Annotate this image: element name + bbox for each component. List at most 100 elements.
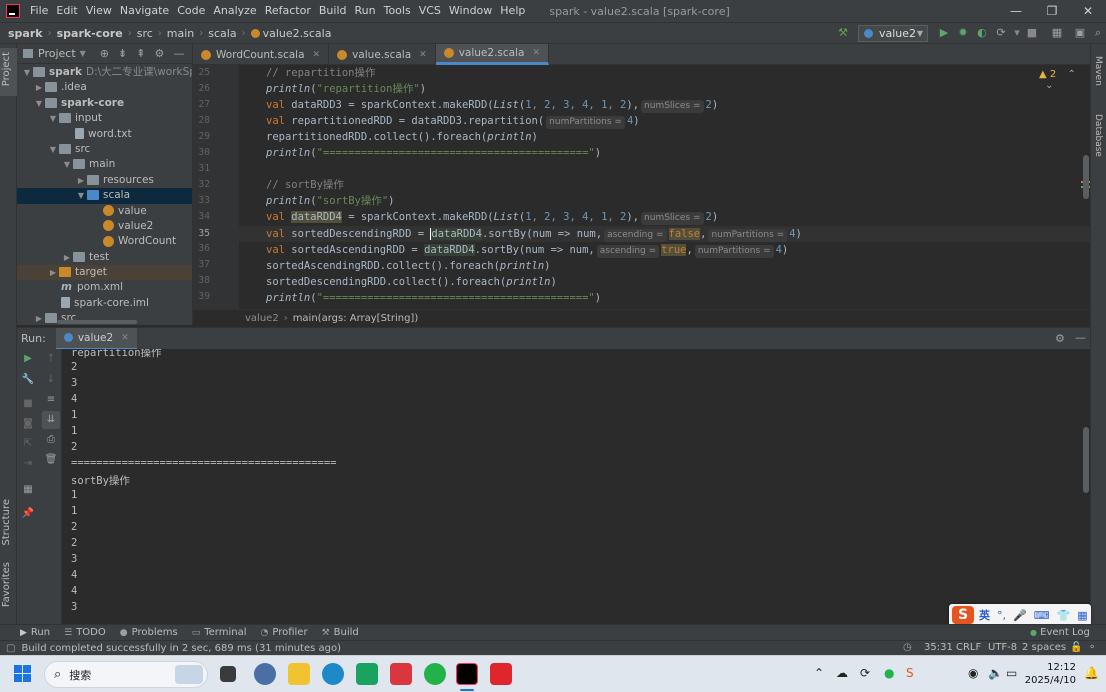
indent-setting[interactable]: 2 spaces: [1022, 641, 1066, 655]
tool-profiler[interactable]: ◔ Profiler: [260, 627, 307, 638]
edge-browser-icon[interactable]: [322, 663, 344, 685]
tree-horizontal-scrollbar[interactable]: [57, 320, 137, 324]
status-message[interactable]: Build completed successfully in 2 sec, 6…: [21, 643, 341, 654]
microphone-icon[interactable]: 🎤: [1013, 609, 1027, 622]
database-stripe-label[interactable]: Database: [1093, 114, 1103, 157]
stop-icon[interactable]: ■: [21, 397, 35, 411]
hammer-icon[interactable]: ⚒: [836, 26, 850, 40]
tree-item-value[interactable]: value: [17, 204, 192, 219]
restore-icon[interactable]: ❐: [1034, 0, 1070, 22]
menu-tools[interactable]: Tools: [380, 0, 415, 22]
sync-icon[interactable]: ⟳: [860, 666, 870, 680]
crumb-main[interactable]: main: [167, 27, 194, 40]
soft-wrap-icon[interactable]: ≡: [44, 393, 58, 407]
close-icon[interactable]: ✕: [1070, 0, 1106, 22]
run-icon[interactable]: ▶: [937, 26, 951, 40]
store-app-icon[interactable]: [356, 663, 378, 685]
search-everywhere-icon[interactable]: ⌕: [1091, 26, 1105, 40]
crumb-src[interactable]: src: [137, 27, 153, 40]
project-structure-icon[interactable]: ▦: [1050, 26, 1064, 40]
task-view-icon[interactable]: [220, 666, 236, 682]
menu-analyze[interactable]: Analyze: [209, 0, 260, 22]
ime-language[interactable]: 英: [979, 607, 990, 623]
skin-icon[interactable]: 👕: [1057, 609, 1071, 622]
close-icon[interactable]: ✕: [419, 50, 427, 60]
toolbox-icon[interactable]: ▦: [1077, 609, 1087, 622]
breadcrumb-object[interactable]: value2: [245, 313, 279, 324]
pin-icon[interactable]: 📌: [21, 507, 35, 521]
tree-item-test[interactable]: ▶ test: [17, 250, 192, 265]
scroll-to-end-icon[interactable]: ⇊: [42, 411, 60, 429]
tool-build[interactable]: ⚒ Build: [322, 627, 359, 638]
menu-window[interactable]: Window: [445, 0, 496, 22]
file-encoding[interactable]: UTF-8: [988, 641, 1017, 655]
lock-icon[interactable]: 🔓: [1070, 641, 1082, 655]
minimize-icon[interactable]: —: [998, 0, 1034, 22]
menu-code[interactable]: Code: [173, 0, 209, 22]
close-icon[interactable]: ✕: [121, 328, 129, 348]
crumb-file[interactable]: value2.scala: [263, 27, 332, 40]
tab-value[interactable]: value.scala ✕: [329, 44, 436, 65]
wps-app-icon[interactable]: [390, 663, 412, 685]
git-icon[interactable]: ⚬: [1088, 641, 1096, 655]
rerun-icon[interactable]: ▶: [21, 352, 35, 366]
menu-vcs[interactable]: VCS: [415, 0, 445, 22]
tree-item-resources[interactable]: ▶ resources: [17, 173, 192, 188]
arrow-up-icon[interactable]: ↑: [44, 352, 58, 366]
tree-item-idea[interactable]: ▶ .idea: [17, 80, 192, 95]
event-log-button[interactable]: ● Event Log: [1030, 625, 1090, 640]
debug-icon[interactable]: ✹: [956, 26, 970, 40]
tab-value2[interactable]: value2.scala ✕: [435, 44, 549, 65]
tree-item-target[interactable]: ▶ target: [17, 265, 192, 281]
project-view-select[interactable]: Project: [38, 47, 76, 60]
close-icon[interactable]: ✕: [532, 48, 540, 58]
menu-file[interactable]: File: [26, 0, 52, 22]
run-tab-value2[interactable]: value2 ✕: [55, 327, 137, 350]
tool-run[interactable]: ▶ Run: [20, 627, 50, 638]
tool-terminal[interactable]: ▭ Terminal: [192, 627, 247, 638]
tree-item-pom-xml[interactable]: m pom.xml: [17, 280, 192, 295]
wps-office-icon[interactable]: [490, 663, 512, 685]
wechat-tray-icon[interactable]: ●: [884, 666, 894, 680]
layout-grid-icon[interactable]: ▦: [21, 483, 35, 497]
arrow-down-icon[interactable]: ↓: [44, 373, 58, 387]
locate-icon[interactable]: ⊕: [100, 47, 109, 60]
wifi-icon[interactable]: ◉: [968, 666, 978, 680]
taskbar-search[interactable]: ⌕ 搜索: [44, 661, 208, 688]
tool-todo[interactable]: ☰ TODO: [64, 627, 106, 638]
tree-item-spark-core-iml[interactable]: spark-core.iml: [17, 296, 192, 311]
tree-item-input[interactable]: ▼ input: [17, 111, 192, 126]
line-separator[interactable]: CRLF: [956, 641, 981, 655]
file-explorer-icon[interactable]: [288, 663, 310, 685]
intellij-taskbar-icon[interactable]: [456, 663, 478, 685]
tree-item-spark[interactable]: ▼ sparkD:\大二专业课\workSpace\: [17, 65, 192, 80]
menu-run[interactable]: Run: [351, 0, 380, 22]
hide-icon[interactable]: —: [173, 47, 184, 60]
restore-layout-icon[interactable]: ⇱: [21, 437, 35, 451]
menu-navigate[interactable]: Navigate: [116, 0, 173, 22]
ime-toolbar[interactable]: S 英 °, 🎤 ⌨ 👕 ▦: [949, 604, 1091, 626]
sogou-tray-icon[interactable]: S: [906, 666, 914, 680]
structure-stripe-label[interactable]: Structure: [1, 499, 12, 546]
tree-item-wordcount[interactable]: WordCount: [17, 234, 192, 249]
menu-build[interactable]: Build: [315, 0, 351, 22]
windows-start-icon[interactable]: [14, 665, 32, 683]
caret-position[interactable]: 35:31: [924, 641, 953, 655]
code-editor[interactable]: // repartition操作 println("repartition操作"…: [239, 65, 1090, 309]
crumb-scala[interactable]: scala: [208, 27, 236, 40]
menu-help[interactable]: Help: [496, 0, 529, 22]
tab-wordcount[interactable]: WordCount.scala ✕: [193, 44, 330, 65]
wechat-icon[interactable]: [424, 663, 446, 685]
tree-item-spark-core[interactable]: ▼ spark-core: [17, 96, 192, 111]
camera-icon[interactable]: ◙: [21, 417, 35, 431]
gear-icon[interactable]: ⚙: [1055, 332, 1065, 345]
chevron-down-icon[interactable]: ⌄: [1045, 80, 1053, 91]
maven-stripe-label[interactable]: Maven: [1093, 56, 1103, 86]
gear-icon[interactable]: ⚙: [154, 47, 164, 60]
menu-view[interactable]: View: [82, 0, 116, 22]
stop-icon[interactable]: ■: [1025, 26, 1039, 40]
run-config-select[interactable]: value2 ▼: [858, 25, 928, 42]
print-icon[interactable]: ⎙: [44, 433, 58, 447]
tree-item-word-txt[interactable]: word.txt: [17, 127, 192, 142]
chevron-down-icon[interactable]: ▾: [1010, 26, 1024, 40]
